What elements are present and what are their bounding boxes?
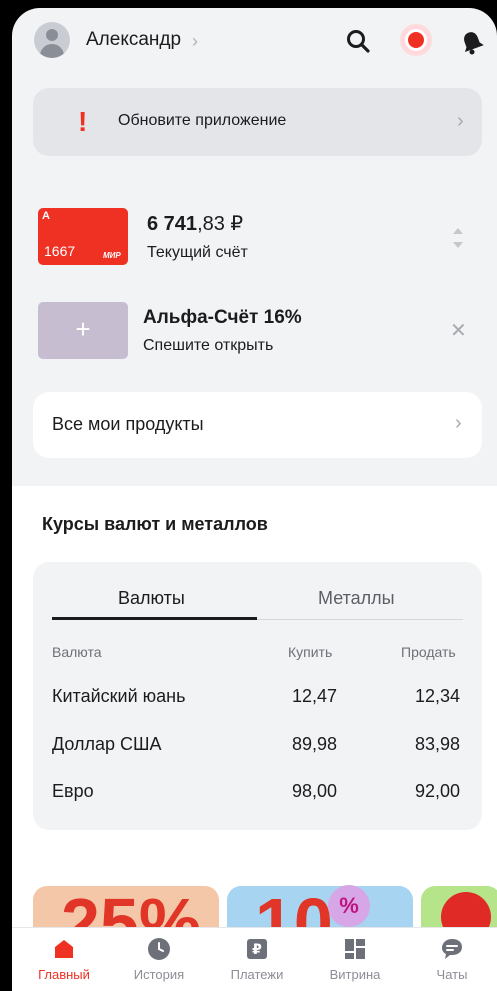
chat-icon <box>442 939 462 959</box>
tab-home[interactable]: Главный <box>19 928 109 991</box>
reorder-icon[interactable] <box>452 222 464 252</box>
rate-row-buy: 89,98 <box>292 734 338 754</box>
user-name[interactable]: Александр <box>86 29 181 51</box>
tab-label: Витрина <box>329 967 381 982</box>
open-account-button[interactable]: + <box>38 302 128 359</box>
all-products-label: Все мои продукты <box>52 414 204 434</box>
tab-label: История <box>133 967 185 982</box>
top-bar: Александр › <box>12 8 497 78</box>
chevron-right-icon: › <box>457 110 464 132</box>
rate-row-buy: 12,47 <box>292 686 338 706</box>
ruble-icon: ₽ <box>247 939 267 959</box>
rates-title: Курсы валют и металлов <box>42 514 268 534</box>
tab-label: Чаты <box>436 967 468 982</box>
tab-label: Платежи <box>230 967 284 982</box>
card-thumbnail[interactable]: A 1667 МИР <box>38 208 128 265</box>
home-icon <box>55 940 73 958</box>
tab-currencies[interactable]: Валюты <box>118 588 185 609</box>
rate-row-name: Евро <box>52 781 94 801</box>
account-balance[interactable]: 6 741,83 ₽ <box>147 211 243 236</box>
rate-row-sell: 83,98 <box>415 734 461 754</box>
tab-showcase[interactable]: Витрина <box>310 928 400 991</box>
update-app-banner[interactable]: ! Обновите приложение › <box>33 88 482 156</box>
balance-decimal: ,83 ₽ <box>197 213 244 235</box>
record-icon[interactable] <box>400 24 432 56</box>
close-icon[interactable]: ✕ <box>450 318 467 343</box>
column-header-buy: Купить <box>288 644 333 660</box>
update-banner-text: Обновите приложение <box>118 112 287 129</box>
tab-chats[interactable]: Чаты <box>407 928 497 991</box>
rates-card: Валюты Металлы Валюта Купить Продать Кит… <box>33 562 482 830</box>
card-brand: МИР <box>103 251 121 260</box>
rate-row-name: Китайский юань <box>52 686 186 706</box>
promo-carousel[interactable]: 25% 10 <box>12 866 497 936</box>
avatar-icon[interactable] <box>34 22 70 58</box>
promo-account-title[interactable]: Альфа-Счёт 16% <box>143 307 302 329</box>
tab-label: Главный <box>38 967 90 982</box>
column-header-sell: Продать <box>401 644 456 660</box>
percent-badge: % <box>328 885 370 927</box>
card-last-digits: 1667 <box>44 243 76 259</box>
clock-icon <box>148 938 170 960</box>
all-products-button[interactable]: Все мои продукты › <box>33 392 482 458</box>
rate-row-buy: 98,00 <box>292 781 338 801</box>
column-header-currency: Валюта <box>52 644 102 660</box>
alfa-logo-icon: A <box>42 210 50 222</box>
balance-integer: 6 741 <box>147 213 198 235</box>
rate-row-sell: 92,00 <box>415 781 461 801</box>
grid-icon <box>345 939 365 959</box>
search-icon[interactable] <box>345 28 371 54</box>
promo-account-subtitle: Спешите открыть <box>143 337 274 354</box>
chevron-right-icon: › <box>455 412 462 434</box>
app-screen: Александр › ! Обновите приложение › A 16… <box>12 8 497 991</box>
rate-row-name: Доллар США <box>52 734 162 754</box>
warning-icon: ! <box>78 106 88 137</box>
account-name: Текущий счёт <box>147 244 248 261</box>
tab-active-indicator <box>52 617 257 620</box>
rate-row-sell: 12,34 <box>415 686 461 706</box>
bottom-tab-bar: Главный История ₽ Платежи Витрина Чаты <box>12 927 497 991</box>
bell-icon[interactable] <box>458 28 486 56</box>
tab-metals[interactable]: Металлы <box>318 588 395 609</box>
svg-text:₽: ₽ <box>252 942 262 958</box>
tab-history[interactable]: История <box>114 928 204 991</box>
tab-payments[interactable]: ₽ Платежи <box>212 928 302 991</box>
chevron-right-icon: › <box>192 31 198 51</box>
